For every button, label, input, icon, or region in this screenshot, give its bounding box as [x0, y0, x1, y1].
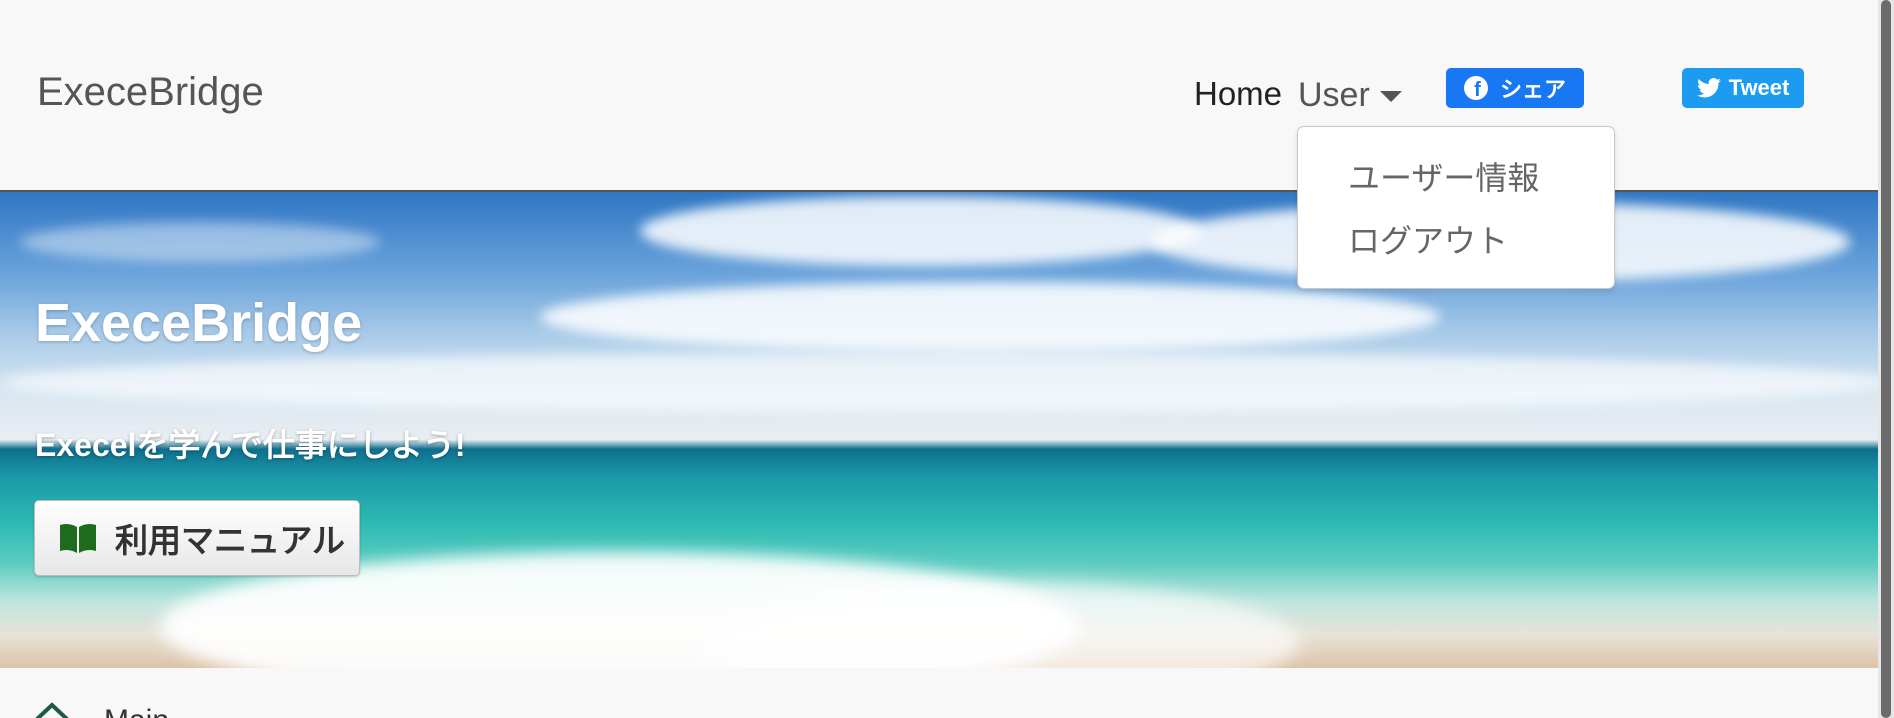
tweet-label: Tweet [1728, 75, 1790, 100]
hero-title: ExeceBridge [35, 293, 363, 353]
facebook-share-label: シェア [1499, 77, 1566, 102]
nav-user-label: User [1298, 76, 1370, 114]
facebook-share-button[interactable]: f シェア [1446, 68, 1584, 108]
menu-item-logout[interactable]: ログアウト [1348, 216, 1508, 262]
cloud-shape [0, 352, 1894, 412]
open-book-icon [60, 523, 96, 553]
menu-item-user-info[interactable]: ユーザー情報 [1348, 153, 1539, 199]
cloud-shape [540, 282, 1440, 352]
caret-down-icon [1379, 91, 1402, 102]
brand-link[interactable]: ExeceBridge [37, 70, 264, 115]
scrollbar-thumb[interactable] [1881, 0, 1891, 718]
manual-button-label: 利用マニュアル [115, 522, 346, 559]
nav-home-link[interactable]: Home [1194, 75, 1282, 113]
page-scrollbar[interactable] [1878, 0, 1894, 718]
twitter-bird-icon [1696, 78, 1721, 98]
cloud-shape [640, 196, 1200, 266]
nav-user-dropdown-toggle[interactable]: User [1298, 76, 1402, 115]
tweet-button[interactable]: Tweet [1682, 68, 1804, 108]
facebook-icon: f [1463, 76, 1488, 100]
user-dropdown-menu: ユーザー情報 ログアウト [1297, 126, 1615, 289]
home-icon [35, 702, 69, 718]
section-label: Main [104, 704, 169, 718]
manual-button[interactable]: 利用マニュアル [34, 500, 360, 576]
cloud-shape [20, 222, 380, 262]
hero-subtitle: Execelを学んで仕事にしよう! [35, 427, 466, 463]
